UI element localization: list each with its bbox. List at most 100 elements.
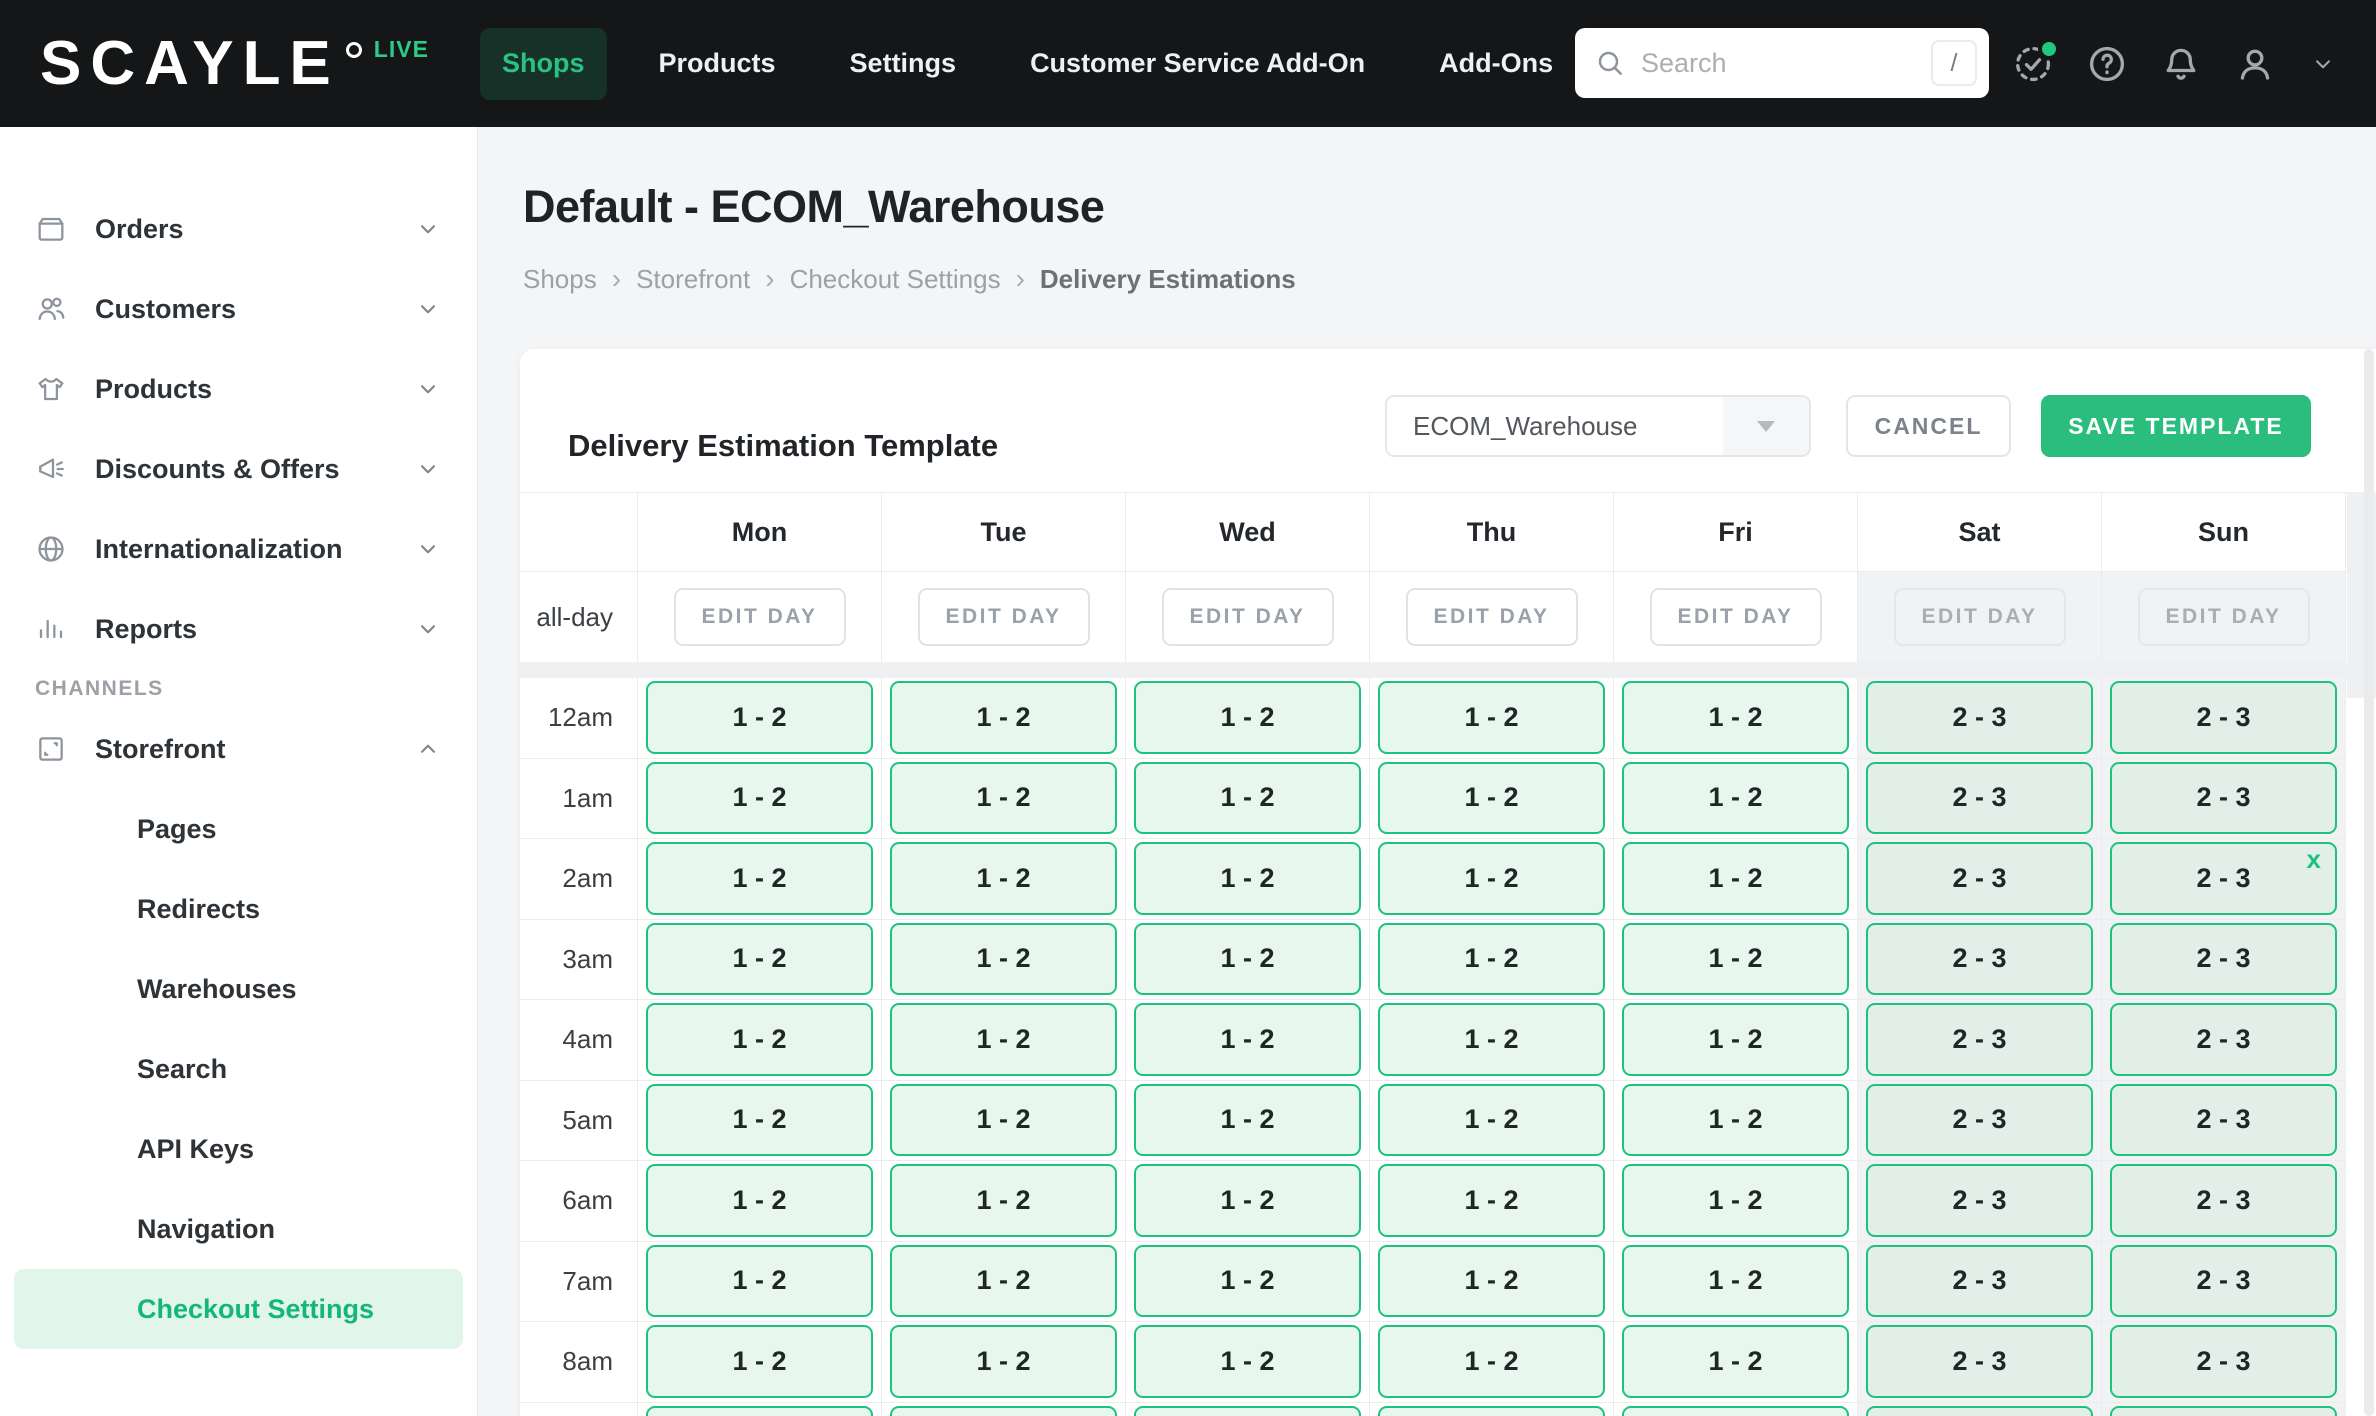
delivery-estimate-chip-tue-1am[interactable]: 1 - 2	[890, 762, 1117, 835]
delivery-estimate-chip-thu-1am[interactable]: 1 - 2	[1378, 762, 1605, 835]
delivery-estimate-chip-thu-3am[interactable]: 1 - 2	[1378, 923, 1605, 996]
delivery-estimate-chip-sat-7am[interactable]: 2 - 3	[1866, 1245, 2093, 1318]
sidebar-item-storefront[interactable]: Storefront	[0, 709, 477, 789]
nav-item-products[interactable]: Products	[637, 28, 798, 100]
sidebar-item-reports[interactable]: Reports	[0, 589, 477, 669]
edit-day-button-wed[interactable]: EDIT DAY	[1162, 588, 1334, 646]
delivery-estimate-chip-mon-3am[interactable]: 1 - 2	[646, 923, 873, 996]
delivery-estimate-chip-wed-1am[interactable]: 1 - 2	[1134, 762, 1361, 835]
sidebar-item-orders[interactable]: Orders	[0, 189, 477, 269]
delivery-estimate-chip-sat-12am[interactable]: 2 - 3	[1866, 681, 2093, 754]
delivery-estimate-chip-sat-1am[interactable]: 2 - 3	[1866, 762, 2093, 835]
delivery-estimate-chip-thu-12am[interactable]: 1 - 2	[1378, 681, 1605, 754]
sidebar-item-navigation[interactable]: Navigation	[14, 1189, 463, 1269]
delivery-estimate-chip-tue-next[interactable]	[890, 1406, 1117, 1416]
breadcrumb-item-shops[interactable]: Shops	[523, 264, 597, 295]
sidebar-item-customers[interactable]: Customers	[0, 269, 477, 349]
delivery-estimate-chip-mon-8am[interactable]: 1 - 2	[646, 1325, 873, 1398]
delivery-estimate-chip-sun-6am[interactable]: 2 - 3	[2110, 1164, 2337, 1237]
delivery-estimate-chip-mon-2am[interactable]: 1 - 2	[646, 842, 873, 915]
delivery-estimate-chip-mon-5am[interactable]: 1 - 2	[646, 1084, 873, 1157]
delivery-estimate-chip-fri-6am[interactable]: 1 - 2	[1622, 1164, 1849, 1237]
delivery-estimate-chip-wed-3am[interactable]: 1 - 2	[1134, 923, 1361, 996]
delivery-estimate-chip-tue-12am[interactable]: 1 - 2	[890, 681, 1117, 754]
delivery-estimate-chip-sun-12am[interactable]: 2 - 3	[2110, 681, 2337, 754]
delivery-estimate-chip-sun-3am[interactable]: 2 - 3	[2110, 923, 2337, 996]
delivery-estimate-chip-fri-4am[interactable]: 1 - 2	[1622, 1003, 1849, 1076]
delivery-estimate-chip-tue-3am[interactable]: 1 - 2	[890, 923, 1117, 996]
sidebar-item-redirects[interactable]: Redirects	[14, 869, 463, 949]
delivery-estimate-chip-sat-2am[interactable]: 2 - 3	[1866, 842, 2093, 915]
delivery-estimate-chip-sun-5am[interactable]: 2 - 3	[2110, 1084, 2337, 1157]
delivery-estimate-chip-wed-6am[interactable]: 1 - 2	[1134, 1164, 1361, 1237]
help-icon[interactable]	[2086, 43, 2128, 85]
delivery-estimate-chip-mon-next[interactable]	[646, 1406, 873, 1416]
delivery-estimate-chip-tue-8am[interactable]: 1 - 2	[890, 1325, 1117, 1398]
sidebar-item-discounts-offers[interactable]: Discounts & Offers	[0, 429, 477, 509]
delivery-estimate-chip-tue-5am[interactable]: 1 - 2	[890, 1084, 1117, 1157]
delivery-estimate-chip-wed-next[interactable]	[1134, 1406, 1361, 1416]
delivery-estimate-chip-wed-2am[interactable]: 1 - 2	[1134, 842, 1361, 915]
delivery-estimate-chip-mon-6am[interactable]: 1 - 2	[646, 1164, 873, 1237]
edit-day-button-sat[interactable]: EDIT DAY	[1894, 588, 2066, 646]
delivery-estimate-chip-fri-8am[interactable]: 1 - 2	[1622, 1325, 1849, 1398]
delivery-estimate-chip-wed-7am[interactable]: 1 - 2	[1134, 1245, 1361, 1318]
delivery-estimate-chip-sat-5am[interactable]: 2 - 3	[1866, 1084, 2093, 1157]
delivery-estimate-chip-wed-4am[interactable]: 1 - 2	[1134, 1003, 1361, 1076]
delivery-estimate-chip-thu-6am[interactable]: 1 - 2	[1378, 1164, 1605, 1237]
nav-item-shops[interactable]: Shops	[480, 28, 607, 100]
delivery-estimate-chip-fri-next[interactable]	[1622, 1406, 1849, 1416]
delivery-estimate-chip-tue-6am[interactable]: 1 - 2	[890, 1164, 1117, 1237]
delivery-estimate-chip-sun-next[interactable]	[2110, 1406, 2337, 1416]
nav-item-customer-service-add-on[interactable]: Customer Service Add-On	[1008, 28, 1387, 100]
global-search[interactable]: /	[1575, 28, 1989, 98]
delivery-estimate-chip-sun-7am[interactable]: 2 - 3	[2110, 1245, 2337, 1318]
sidebar-item-warehouses[interactable]: Warehouses	[14, 949, 463, 1029]
edit-day-button-mon[interactable]: EDIT DAY	[674, 588, 846, 646]
delivery-estimate-chip-fri-7am[interactable]: 1 - 2	[1622, 1245, 1849, 1318]
sidebar-item-checkout-settings[interactable]: Checkout Settings	[14, 1269, 463, 1349]
delivery-estimate-chip-fri-3am[interactable]: 1 - 2	[1622, 923, 1849, 996]
edit-day-button-fri[interactable]: EDIT DAY	[1650, 588, 1822, 646]
breadcrumb-item-checkout-settings[interactable]: Checkout Settings	[790, 264, 1001, 295]
sidebar-item-search[interactable]: Search	[14, 1029, 463, 1109]
delivery-estimate-chip-tue-7am[interactable]: 1 - 2	[890, 1245, 1117, 1318]
delivery-estimate-chip-mon-1am[interactable]: 1 - 2	[646, 762, 873, 835]
delivery-estimate-chip-thu-next[interactable]	[1378, 1406, 1605, 1416]
template-select-dropdown[interactable]: ECOM_Warehouse	[1385, 395, 1811, 457]
delivery-estimate-chip-sat-4am[interactable]: 2 - 3	[1866, 1003, 2093, 1076]
delivery-estimate-chip-fri-5am[interactable]: 1 - 2	[1622, 1084, 1849, 1157]
delivery-estimate-chip-sun-1am[interactable]: 2 - 3	[2110, 762, 2337, 835]
delivery-estimate-chip-thu-2am[interactable]: 1 - 2	[1378, 842, 1605, 915]
nav-item-add-ons[interactable]: Add-Ons	[1417, 28, 1575, 100]
delivery-estimate-chip-wed-5am[interactable]: 1 - 2	[1134, 1084, 1361, 1157]
delivery-estimate-chip-sun-2am[interactable]: 2 - 3x	[2110, 842, 2337, 915]
delivery-estimate-chip-sun-4am[interactable]: 2 - 3	[2110, 1003, 2337, 1076]
delivery-estimate-chip-tue-4am[interactable]: 1 - 2	[890, 1003, 1117, 1076]
delivery-estimate-chip-sat-8am[interactable]: 2 - 3	[1866, 1325, 2093, 1398]
delivery-estimate-chip-fri-12am[interactable]: 1 - 2	[1622, 681, 1849, 754]
delivery-estimate-chip-tue-2am[interactable]: 1 - 2	[890, 842, 1117, 915]
account-user-icon[interactable]	[2234, 43, 2276, 85]
sidebar-item-internationalization[interactable]: Internationalization	[0, 509, 477, 589]
cancel-button[interactable]: CANCEL	[1846, 395, 2011, 457]
sidebar-item-api-keys[interactable]: API Keys	[14, 1109, 463, 1189]
delivery-estimate-chip-mon-12am[interactable]: 1 - 2	[646, 681, 873, 754]
edit-day-button-thu[interactable]: EDIT DAY	[1406, 588, 1578, 646]
edit-day-button-tue[interactable]: EDIT DAY	[918, 588, 1090, 646]
delivery-estimate-chip-fri-2am[interactable]: 1 - 2	[1622, 842, 1849, 915]
delivery-estimate-chip-mon-4am[interactable]: 1 - 2	[646, 1003, 873, 1076]
delivery-estimate-chip-fri-1am[interactable]: 1 - 2	[1622, 762, 1849, 835]
delivery-estimate-chip-sat-3am[interactable]: 2 - 3	[1866, 923, 2093, 996]
delivery-estimate-chip-thu-4am[interactable]: 1 - 2	[1378, 1003, 1605, 1076]
sidebar-item-pages[interactable]: Pages	[14, 789, 463, 869]
notifications-bell-icon[interactable]	[2160, 43, 2202, 85]
status-check-icon[interactable]	[2012, 43, 2054, 85]
nav-item-settings[interactable]: Settings	[828, 28, 979, 100]
sidebar-item-products[interactable]: Products	[0, 349, 477, 429]
delivery-estimate-chip-sun-8am[interactable]: 2 - 3	[2110, 1325, 2337, 1398]
delivery-estimate-chip-mon-7am[interactable]: 1 - 2	[646, 1245, 873, 1318]
delivery-estimate-chip-thu-7am[interactable]: 1 - 2	[1378, 1245, 1605, 1318]
delivery-estimate-chip-sat-6am[interactable]: 2 - 3	[1866, 1164, 2093, 1237]
scrollbar-track[interactable]	[2364, 349, 2374, 1416]
